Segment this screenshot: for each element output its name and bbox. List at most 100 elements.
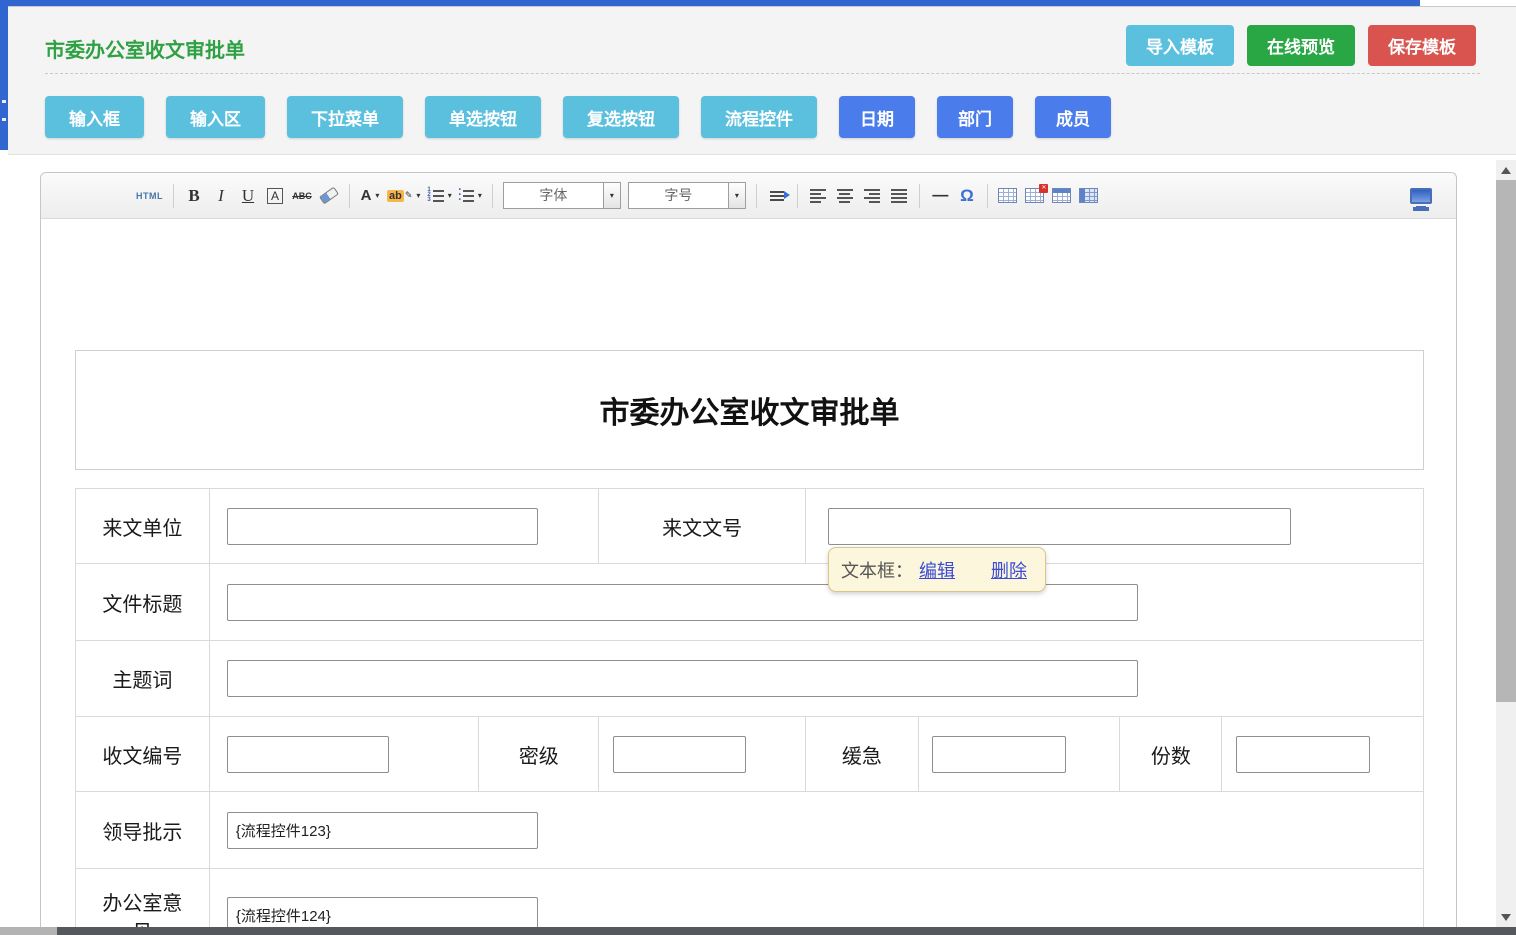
highlight-color-icon[interactable]: ab✎▾ xyxy=(387,183,420,209)
delete-table-icon[interactable] xyxy=(1025,183,1045,209)
chevron-down-icon: ▾ xyxy=(478,191,482,200)
component-button-textarea[interactable]: 输入区 xyxy=(166,96,265,138)
form-label-keywords: 主题词 xyxy=(76,641,209,716)
table-cell xyxy=(209,792,1423,868)
cell-properties-icon[interactable] xyxy=(1079,183,1099,209)
table-cell xyxy=(1221,717,1423,791)
strikethrough-icon[interactable]: ABC xyxy=(292,183,312,209)
scroll-up-icon[interactable] xyxy=(1496,160,1516,180)
table-row: 领导批示 xyxy=(76,791,1423,868)
eraser-icon xyxy=(319,187,339,205)
scrollbar-thumb[interactable] xyxy=(1496,180,1516,702)
online-preview-button[interactable]: 在线预览 xyxy=(1247,25,1355,66)
window-left-edge xyxy=(0,0,8,150)
table-cell xyxy=(209,869,1423,935)
form-label-doc-number: 来文文号 xyxy=(598,489,805,563)
underline-icon[interactable]: U xyxy=(238,183,258,209)
unordered-list-icon[interactable]: ••• ▾ xyxy=(459,183,482,209)
component-palette: 输入框 输入区 下拉菜单 单选按钮 复选按钮 流程控件 日期 部门 成员 xyxy=(45,96,1111,138)
fullscreen-preview-icon[interactable] xyxy=(1410,188,1432,204)
toolbar-separator xyxy=(173,184,174,208)
table-cell xyxy=(598,717,805,791)
component-button-date[interactable]: 日期 xyxy=(839,96,915,138)
secrecy-input[interactable] xyxy=(613,736,746,773)
component-button-dropdown[interactable]: 下拉菜单 xyxy=(287,96,403,138)
form-label-source-unit: 来文单位 xyxy=(76,489,209,563)
receipt-no-input[interactable] xyxy=(227,736,389,773)
table-cell xyxy=(918,717,1120,791)
chevron-down-icon: ▾ xyxy=(603,183,620,208)
chevron-down-icon: ▾ xyxy=(375,191,379,200)
toolbar-separator xyxy=(797,184,798,208)
component-button-input[interactable]: 输入框 xyxy=(45,96,144,138)
vertical-scrollbar[interactable] xyxy=(1496,160,1516,927)
keywords-input[interactable] xyxy=(227,660,1138,697)
align-left-icon[interactable] xyxy=(808,183,828,209)
header-actions: 导入模板 在线预览 保存模板 xyxy=(1126,25,1476,66)
bold-icon[interactable]: B xyxy=(184,183,204,209)
editor-document[interactable]: 市委办公室收文审批单 来文单位 来文文号 文件标题 xyxy=(41,350,1456,935)
table-row: 来文单位 来文文号 xyxy=(76,489,1423,563)
char-border-icon[interactable]: A xyxy=(267,188,283,204)
pencil-icon: ✎ xyxy=(405,190,413,201)
table-row: 收文编号 密级 缓急 份数 xyxy=(76,716,1423,791)
urgency-input[interactable] xyxy=(932,736,1066,773)
toolbar-separator xyxy=(492,184,493,208)
component-button-checkbox[interactable]: 复选按钮 xyxy=(563,96,679,138)
edit-link[interactable]: 编辑 xyxy=(919,557,955,583)
leader-remarks-flow-control[interactable] xyxy=(227,812,538,849)
form-label-office-opinion: 办公室意见 xyxy=(76,869,209,935)
table-cell xyxy=(209,641,1423,716)
form-label-leader-remarks: 领导批示 xyxy=(76,792,209,868)
component-button-radio[interactable]: 单选按钮 xyxy=(425,96,541,138)
component-button-flow-control[interactable]: 流程控件 xyxy=(701,96,817,138)
form-table: 来文单位 来文文号 文件标题 主题词 xyxy=(75,488,1424,935)
font-size-select[interactable]: 字号 ▾ xyxy=(628,182,746,209)
form-label-copies: 份数 xyxy=(1119,717,1221,791)
chevron-down-icon: ▾ xyxy=(448,191,452,200)
html-source-icon[interactable]: HTML xyxy=(136,183,163,209)
table-cell xyxy=(209,564,1423,640)
doc-number-input[interactable] xyxy=(828,508,1291,545)
form-label-receipt-no: 收文编号 xyxy=(76,717,209,791)
remove-format-icon[interactable] xyxy=(319,183,339,209)
italic-icon[interactable]: I xyxy=(211,183,231,209)
toolbar-separator xyxy=(919,184,920,208)
component-button-member[interactable]: 成员 xyxy=(1035,96,1111,138)
horizontal-rule-icon[interactable]: — xyxy=(930,183,950,209)
table-cell xyxy=(209,717,479,791)
special-char-icon[interactable]: Ω xyxy=(957,183,977,209)
font-family-select[interactable]: 字体 ▾ xyxy=(503,182,621,209)
table-cell xyxy=(209,489,598,563)
window-bottom-edge xyxy=(0,927,1516,935)
table-row: 文件标题 xyxy=(76,563,1423,640)
toolbar-separator xyxy=(349,184,350,208)
form-label-secrecy: 密级 xyxy=(478,717,598,791)
screen: 市委办公室收文审批单 导入模板 在线预览 保存模板 输入框 输入区 下拉菜单 单… xyxy=(0,0,1516,935)
source-unit-input[interactable] xyxy=(227,508,538,545)
indent-icon[interactable] xyxy=(767,183,787,209)
toolbar-separator xyxy=(756,184,757,208)
scroll-down-icon[interactable] xyxy=(1496,907,1516,927)
form-title-box: 市委办公室收文审批单 xyxy=(75,350,1424,470)
import-template-button[interactable]: 导入模板 xyxy=(1126,25,1234,66)
page-header: 市委办公室收文审批单 导入模板 在线预览 保存模板 输入框 输入区 下拉菜单 单… xyxy=(8,6,1516,155)
component-button-department[interactable]: 部门 xyxy=(937,96,1013,138)
form-label-doc-title: 文件标题 xyxy=(76,564,209,640)
copies-input[interactable] xyxy=(1236,736,1370,773)
table-properties-icon[interactable] xyxy=(1052,183,1072,209)
rich-text-editor: HTML B I U A ABC A▾ ab✎▾ 123 ▾ ••• ▾ 字体 … xyxy=(40,172,1457,935)
align-right-icon[interactable] xyxy=(862,183,882,209)
ordered-list-icon[interactable]: 123 ▾ xyxy=(427,183,451,209)
align-center-icon[interactable] xyxy=(835,183,855,209)
page-title: 市委办公室收文审批单 xyxy=(45,34,245,63)
save-template-button[interactable]: 保存模板 xyxy=(1368,25,1476,66)
chevron-down-icon: ▾ xyxy=(416,191,420,200)
align-justify-icon[interactable] xyxy=(889,183,909,209)
insert-table-icon[interactable] xyxy=(998,183,1018,209)
delete-link[interactable]: 删除 xyxy=(991,557,1027,583)
toolbar-separator xyxy=(987,184,988,208)
form-label-urgency: 缓急 xyxy=(805,717,918,791)
edge-tick xyxy=(2,118,6,121)
font-color-icon[interactable]: A▾ xyxy=(360,183,380,209)
